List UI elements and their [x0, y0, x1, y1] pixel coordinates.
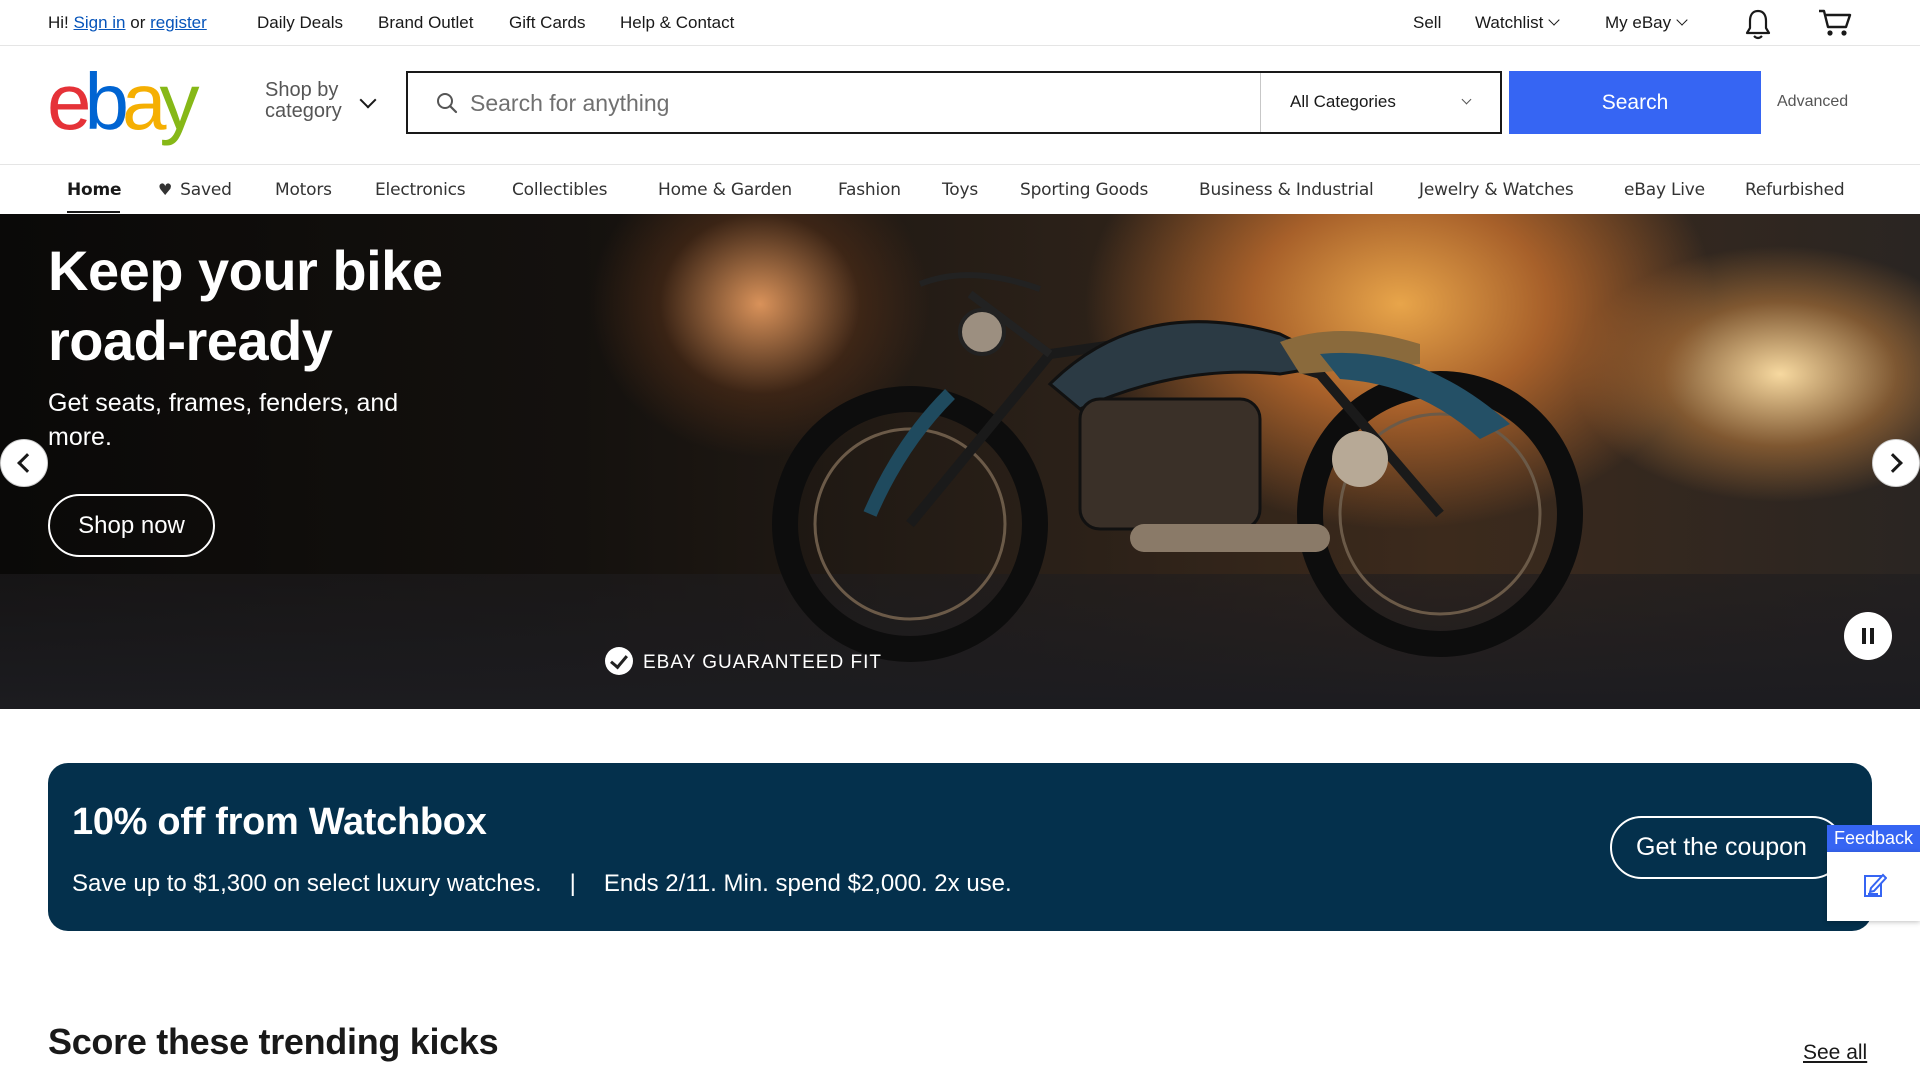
motorcycle-image [772, 272, 1583, 662]
shop-now-button[interactable]: Shop now [48, 494, 215, 557]
section-title: Score these trending kicks [48, 1021, 499, 1062]
search-bar: All Categories [406, 71, 1502, 134]
category-nav: Home ♥ Saved Motors Electronics Collectib… [0, 164, 1920, 214]
feedback-box [1827, 852, 1920, 921]
bell-icon[interactable] [1744, 8, 1772, 40]
chevron-left-icon [17, 453, 37, 473]
search-button[interactable]: Search [1509, 71, 1761, 134]
logo-letter: a [122, 57, 166, 146]
brand-outlet-link[interactable]: Brand Outlet [378, 13, 473, 33]
carousel-pause-button[interactable] [1844, 612, 1892, 660]
greeting-text: Hi! [48, 13, 69, 32]
heart-icon: ♥ [158, 180, 173, 199]
carousel-next-button[interactable] [1872, 439, 1920, 487]
category-select-value: All Categories [1290, 92, 1396, 111]
watchlist-label: Watchlist [1475, 13, 1544, 32]
nav-item-sporting-goods[interactable]: Sporting Goods [1020, 180, 1148, 200]
nav-item-motors[interactable]: Motors [275, 180, 332, 200]
feedback-widget[interactable]: Feedback [1827, 825, 1920, 921]
promo-subtitle: Save up to $1,300 on select luxury watch… [72, 870, 1012, 898]
ebay-logo[interactable]: ebay [47, 62, 200, 142]
nav-item-refurbished[interactable]: Refurbished [1745, 180, 1845, 200]
promo-text-right: Ends 2/11. Min. spend $2,000. 2x use. [603, 870, 1012, 897]
my-ebay-menu[interactable]: My eBay [1605, 13, 1688, 33]
promo-separator: | [569, 870, 576, 897]
chevron-right-icon [1883, 453, 1903, 473]
nav-item-electronics[interactable]: Electronics [375, 180, 466, 200]
nav-item-saved[interactable]: ♥ Saved [158, 180, 232, 200]
chevron-down-icon [1676, 14, 1688, 26]
guaranteed-fit-badge: EBAY GUARANTEED FIT [605, 647, 882, 677]
nav-item-collectibles[interactable]: Collectibles [512, 180, 608, 200]
promo-text-left: Save up to $1,300 on select luxury watch… [72, 870, 542, 897]
nav-item-home-garden[interactable]: Home & Garden [658, 180, 792, 200]
daily-deals-link[interactable]: Daily Deals [257, 13, 343, 33]
active-tab-indicator [67, 211, 120, 213]
badge-text: EBAY GUARANTEED FIT [643, 652, 882, 674]
help-contact-link[interactable]: Help & Contact [620, 13, 734, 33]
register-link[interactable]: register [150, 13, 207, 32]
logo-letter: b [84, 57, 129, 146]
nav-item-label: Saved [180, 180, 232, 200]
see-all-link[interactable]: See all [1803, 1041, 1867, 1065]
watchlist-menu[interactable]: Watchlist [1475, 13, 1560, 33]
promo-title: 10% off from Watchbox [72, 801, 487, 843]
nav-item-jewelry-watches[interactable]: Jewelry & Watches [1419, 180, 1574, 200]
pause-icon [1862, 628, 1866, 644]
shop-by-category-button[interactable]: Shop by category [265, 80, 342, 122]
chevron-down-icon [1548, 14, 1560, 26]
my-ebay-label: My eBay [1605, 13, 1672, 32]
top-utility-bar: Hi! Sign in or register Daily Deals Bran… [0, 0, 1920, 46]
promo-banner: 10% off from Watchbox Save up to $1,300 … [48, 763, 1872, 931]
shop-by-label: Shop by [265, 79, 339, 101]
category-select[interactable]: All Categories [1260, 73, 1500, 132]
chevron-down-icon [359, 91, 377, 109]
check-circle-icon [605, 647, 633, 675]
gift-cards-link[interactable]: Gift Cards [509, 13, 586, 33]
pause-icon [1870, 628, 1874, 644]
hero-banner: Keep your bike road-ready Get seats, fra… [0, 214, 1920, 709]
or-text: or [130, 13, 146, 32]
sign-in-link[interactable]: Sign in [74, 13, 126, 32]
category-label: category [265, 100, 342, 122]
carousel-prev-button[interactable] [0, 439, 48, 487]
logo-letter: e [47, 57, 91, 146]
get-coupon-button[interactable]: Get the coupon [1610, 816, 1844, 879]
nav-item-toys[interactable]: Toys [942, 180, 978, 200]
search-input[interactable] [470, 85, 1240, 121]
logo-letter: y [159, 57, 200, 146]
chevron-down-icon [1461, 94, 1472, 105]
nav-item-fashion[interactable]: Fashion [838, 180, 901, 200]
hero-title: Keep your bike road-ready [48, 239, 443, 372]
nav-item-home[interactable]: Home [67, 180, 122, 200]
edit-icon [1864, 873, 1887, 897]
advanced-search-link[interactable]: Advanced [1777, 93, 1848, 111]
cart-icon[interactable] [1818, 8, 1852, 38]
feedback-label: Feedback [1827, 825, 1920, 852]
greeting: Hi! Sign in or register [48, 13, 207, 33]
nav-item-ebay-live[interactable]: eBay Live [1624, 180, 1705, 200]
nav-item-business-industrial[interactable]: Business & Industrial [1199, 180, 1374, 200]
search-icon [437, 93, 458, 114]
sell-link[interactable]: Sell [1413, 13, 1441, 33]
hero-subtitle: Get seats, frames, fenders, and more. [48, 389, 399, 451]
